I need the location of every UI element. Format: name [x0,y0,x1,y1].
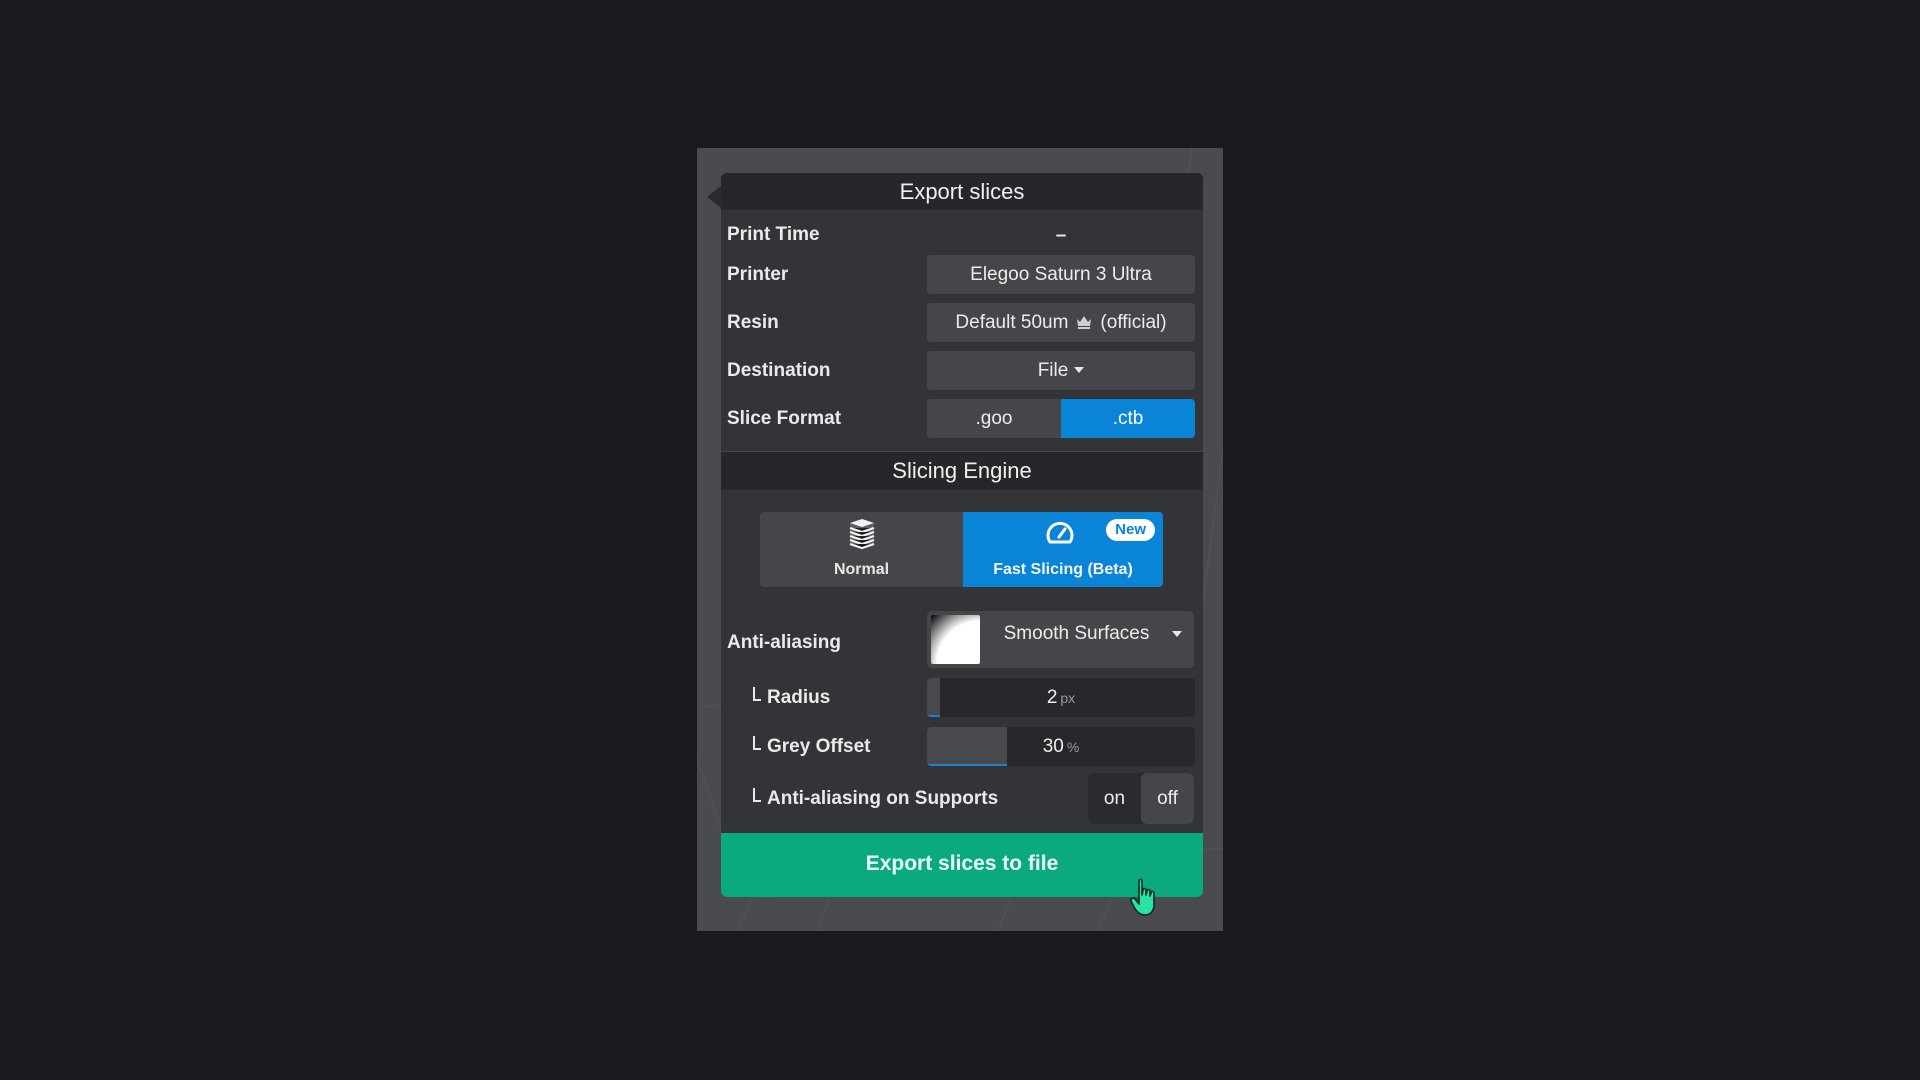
radius-label: Radius [753,678,830,717]
printer-select[interactable]: Elegoo Saturn 3 Ultra [927,255,1195,294]
engine-normal-label: Normal [833,561,890,578]
format-goo-option[interactable]: .goo [927,399,1061,438]
new-badge: New [1106,519,1155,541]
slice-format-label: Slice Format [727,408,842,429]
tree-elbow-icon [753,687,761,701]
anti-aliasing-label: Anti-aliasing [727,632,842,653]
printer-value: Elegoo Saturn 3 Ultra [970,264,1152,285]
destination-label: Destination [727,360,831,381]
anti-aliasing-dropdown[interactable]: Smooth Surfaces [927,611,1194,668]
printer-label: Printer [727,264,789,285]
aa-supports-label: Anti-aliasing on Supports [753,773,998,824]
tree-elbow-icon [753,736,761,750]
resin-select[interactable]: Default 50um (official) [927,303,1195,342]
format-ctb-option[interactable]: .ctb [1061,399,1195,438]
grey-offset-number: 30 [1042,736,1064,757]
engine-normal-option[interactable]: Normal [760,512,963,587]
radius-slider[interactable]: 2 px [927,678,1195,717]
anti-aliasing-preview-thumbnail [931,615,980,664]
radius-unit: px [1060,690,1076,706]
slicing-engine-toggle: Normal New Fast Slicing (Beta) [760,512,1163,587]
panel-pointer [707,186,721,208]
chevron-down-icon [1172,631,1182,637]
resin-official-tag: (official) [1100,312,1167,333]
aa-supports-toggle: on off [1088,773,1194,824]
slice-format-toggle: .goo .ctb [927,399,1195,438]
export-slices-panel: Export slices Print Time – Printer Elego… [721,173,1203,897]
layers-stack-icon [849,519,874,549]
grey-offset-label-text: Grey Offset [767,736,871,757]
grey-offset-label: Grey Offset [753,727,870,766]
radius-value: 2 px [927,678,1195,717]
slicing-engine-title: Slicing Engine [721,451,1203,490]
engine-fast-option[interactable]: New Fast Slicing (Beta) [963,512,1163,587]
crown-icon [1077,316,1092,329]
speedometer-icon [1046,521,1074,544]
destination-dropdown[interactable]: File [927,351,1195,390]
grey-offset-unit: % [1066,739,1080,755]
aa-supports-label-text: Anti-aliasing on Supports [767,788,999,809]
resin-label: Resin [727,312,779,333]
grey-offset-slider[interactable]: 30% [927,727,1195,766]
engine-fast-label: Fast Slicing (Beta) [993,561,1133,578]
resin-value: Default 50um [955,312,1069,333]
chevron-down-icon [1074,367,1085,373]
tree-elbow-icon [753,788,761,802]
destination-value: File [1037,360,1069,381]
radius-label-text: Radius [767,687,831,708]
radius-number: 2 [1046,687,1058,708]
print-time-value: – [1055,225,1067,246]
hand-pointer-cursor-icon [1130,878,1155,916]
aa-supports-on-option[interactable]: on [1088,773,1141,824]
aa-supports-off-option[interactable]: off [1141,773,1194,824]
anti-aliasing-value: Smooth Surfaces [1003,623,1150,644]
grey-offset-value: 30% [927,727,1195,766]
